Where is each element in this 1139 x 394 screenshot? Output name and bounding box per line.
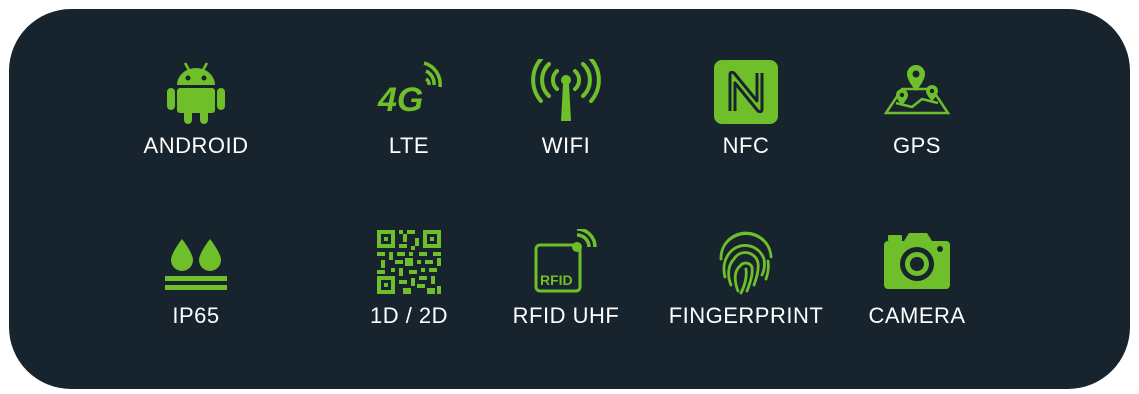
- feature-label: GPS: [893, 133, 941, 158]
- feature-label: ANDROID: [143, 133, 249, 158]
- feature-camera: CAMERA: [827, 229, 1007, 329]
- feature-label: NFC: [722, 133, 770, 158]
- water-drops-icon: [151, 229, 241, 295]
- features-panel: ANDROID 4G LTE WIFI NFC GPS IP65 1D / 2D…: [9, 9, 1130, 389]
- feature-label: CAMERA: [868, 303, 966, 328]
- feature-label: WIFI: [541, 133, 591, 158]
- camera-icon: [872, 229, 962, 295]
- feature-label: RFID UHF: [512, 303, 620, 328]
- feature-ip65: IP65: [106, 229, 286, 329]
- feature-label: LTE: [388, 133, 430, 158]
- feature-label: 1D / 2D: [369, 303, 449, 328]
- svg-text:RFID: RFID: [540, 272, 573, 288]
- android-icon: [151, 59, 241, 125]
- feature-gps: GPS: [827, 59, 1007, 159]
- feature-barcode: 1D / 2D: [319, 229, 499, 329]
- rfid-icon: RFID: [521, 229, 611, 295]
- svg-text:4G: 4G: [377, 81, 423, 119]
- 4g-signal-icon: 4G: [364, 59, 454, 125]
- feature-android: ANDROID: [106, 59, 286, 159]
- feature-lte: 4G LTE: [319, 59, 499, 159]
- feature-label: IP65: [172, 303, 220, 328]
- feature-nfc: NFC: [656, 59, 836, 159]
- nfc-icon: [701, 59, 791, 125]
- fingerprint-icon: [701, 229, 791, 295]
- map-pin-icon: [872, 59, 962, 125]
- wifi-antenna-icon: [521, 59, 611, 125]
- feature-label: FINGERPRINT: [668, 303, 824, 328]
- feature-fingerprint: FINGERPRINT: [656, 229, 836, 329]
- feature-rfid: RFID RFID UHF: [476, 229, 656, 329]
- feature-wifi: WIFI: [476, 59, 656, 159]
- qr-code-icon: [364, 229, 454, 295]
